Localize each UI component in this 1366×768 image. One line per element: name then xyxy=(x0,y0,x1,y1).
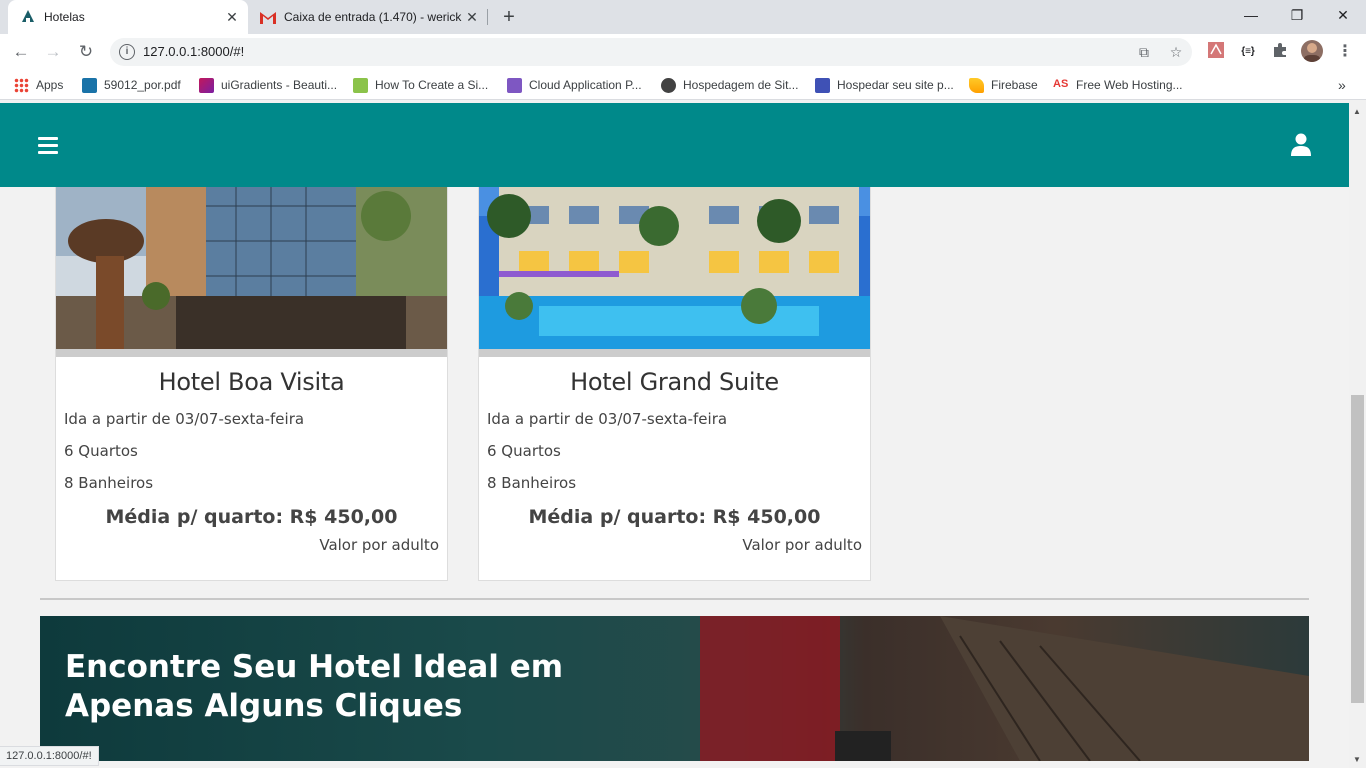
pdf-extension-icon[interactable] xyxy=(1206,42,1226,62)
hotel-departure: Ida a partir de 03/07-sexta-feira xyxy=(487,410,728,428)
hotel-price: Média p/ quarto: R$ 450,00 xyxy=(528,506,821,528)
back-icon[interactable]: ← xyxy=(8,39,34,65)
tab-gmail[interactable]: Caixa de entrada (1.470) - werick ✕ xyxy=(250,0,488,34)
browser-menu-icon[interactable]: ⋮ xyxy=(1335,42,1355,62)
hotel-rooms: 6 Quartos xyxy=(64,442,138,460)
extensions-puzzle-icon[interactable] xyxy=(1270,42,1290,62)
tab-title: Caixa de entrada (1.470) - werick xyxy=(284,10,462,24)
bookmarks-overflow-button[interactable]: » xyxy=(1338,76,1346,94)
address-bar[interactable]: i 127.0.0.1:8000/#! ⧉ ☆ xyxy=(110,38,1192,66)
bookmark-uigradients[interactable]: uiGradients - Beauti... xyxy=(199,76,337,94)
hotel-bathrooms: 8 Banheiros xyxy=(64,474,154,492)
minimize-button[interactable]: — xyxy=(1228,0,1274,30)
bookmark-label: uiGradients - Beauti... xyxy=(221,78,338,92)
hotel-price-note: Valor por adulto xyxy=(742,536,862,554)
hamburger-menu-icon[interactable] xyxy=(38,137,58,154)
profile-avatar[interactable] xyxy=(1301,40,1323,62)
hotel-favicon-icon xyxy=(20,9,36,25)
tab-close-icon[interactable]: ✕ xyxy=(462,9,482,26)
browser-tab-bar: Hotelas ✕ Caixa de entrada (1.470) - wer… xyxy=(0,0,1366,34)
bookmark-label: 59012_por.pdf xyxy=(104,78,181,92)
hotel-name: Hotel Boa Visita xyxy=(158,368,345,396)
hosting-icon xyxy=(815,77,830,93)
awardspace-icon: AS xyxy=(1053,77,1069,90)
apps-grid-icon xyxy=(14,77,29,93)
json-extension-icon[interactable]: {≡} xyxy=(1238,42,1258,62)
restore-button[interactable]: ❐ xyxy=(1274,0,1320,30)
globe-icon xyxy=(661,77,676,93)
bookmark-label: How To Create a Si... xyxy=(375,78,489,92)
new-tab-button[interactable]: + xyxy=(497,5,521,29)
hero-banner: Encontre Seu Hotel Ideal em Apenas Algun… xyxy=(40,616,1309,761)
bookmark-star-icon[interactable]: ☆ xyxy=(1166,42,1186,62)
uigradients-icon xyxy=(199,77,214,93)
close-window-button[interactable]: ✕ xyxy=(1320,0,1366,30)
page-scrollbar[interactable]: ▲ ▼ xyxy=(1349,103,1366,768)
hotel-price: Média p/ quarto: R$ 450,00 xyxy=(105,506,398,528)
scrollbar-thumb[interactable] xyxy=(1351,395,1364,703)
hotel-photo xyxy=(479,187,870,357)
hotel-photo xyxy=(56,187,447,357)
gmail-icon xyxy=(260,9,276,25)
bookmark-apps[interactable]: Apps xyxy=(14,76,63,94)
status-bar-url: 127.0.0.1:8000/#! xyxy=(0,746,99,766)
bookmark-hospedar[interactable]: Hospedar seu site p... xyxy=(815,76,954,94)
tab-title: Hotelas xyxy=(44,10,85,24)
scroll-up-arrow-icon[interactable]: ▲ xyxy=(1353,107,1361,116)
scroll-down-arrow-icon[interactable]: ▼ xyxy=(1353,755,1361,764)
bookmark-firebase[interactable]: Firebase xyxy=(969,76,1038,94)
bookmark-label: Apps xyxy=(36,78,64,92)
tab-separator xyxy=(487,9,488,25)
banner-headline-line2: Apenas Alguns Cliques xyxy=(65,688,463,724)
bookmark-label: Cloud Application P... xyxy=(529,78,642,92)
translate-icon[interactable]: ⧉ xyxy=(1134,42,1154,62)
bookmark-label: Free Web Hosting... xyxy=(1076,78,1183,92)
pdf-file-icon xyxy=(82,77,97,93)
site-logo-icon xyxy=(353,77,368,93)
banner-headline: Encontre Seu Hotel Ideal em Apenas Algun… xyxy=(65,648,563,726)
firebase-icon xyxy=(969,77,984,93)
tab-close-icon[interactable]: ✕ xyxy=(222,9,242,26)
hotel-card[interactable]: Hotel Grand Suite Ida a partir de 03/07-… xyxy=(478,187,871,581)
hotel-departure: Ida a partir de 03/07-sexta-feira xyxy=(64,410,305,428)
hotel-name: Hotel Grand Suite xyxy=(570,368,779,396)
site-info-icon[interactable]: i xyxy=(119,44,135,60)
bookmark-hospedagem[interactable]: Hospedagem de Sit... xyxy=(661,76,798,94)
forward-icon[interactable]: → xyxy=(40,39,66,65)
bookmark-cloud-application[interactable]: Cloud Application P... xyxy=(507,76,642,94)
bookmark-label: Hospedar seu site p... xyxy=(837,78,954,92)
banner-headline-line1: Encontre Seu Hotel Ideal em xyxy=(65,649,564,685)
page-content: Hotel Boa Visita Ida a partir de 03/07-s… xyxy=(0,187,1349,768)
heroku-icon xyxy=(507,77,522,93)
bookmark-label: Hospedagem de Sit... xyxy=(683,78,799,92)
bookmark-how-to-create[interactable]: How To Create a Si... xyxy=(353,76,488,94)
hotel-price-note: Valor por adulto xyxy=(319,536,439,554)
bookmark-pdf[interactable]: 59012_por.pdf xyxy=(82,76,181,94)
site-header xyxy=(0,103,1349,187)
bookmark-free-web-hosting[interactable]: AS Free Web Hosting... xyxy=(1053,76,1183,94)
tab-hotelas[interactable]: Hotelas ✕ xyxy=(8,0,248,34)
bookmark-label: Firebase xyxy=(991,78,1038,92)
hotel-rooms: 6 Quartos xyxy=(487,442,561,460)
hotel-bathrooms: 8 Banheiros xyxy=(487,474,577,492)
hotel-card[interactable]: Hotel Boa Visita Ida a partir de 03/07-s… xyxy=(55,187,448,581)
user-account-icon[interactable] xyxy=(1290,133,1312,157)
url-text[interactable]: 127.0.0.1:8000/#! xyxy=(143,44,244,59)
section-divider xyxy=(40,598,1309,600)
browser-toolbar: ← → ↻ i 127.0.0.1:8000/#! ⧉ ☆ {≡} ⋮ xyxy=(0,34,1366,70)
bookmarks-bar: Apps 59012_por.pdf uiGradients - Beauti.… xyxy=(0,70,1366,100)
reload-icon[interactable]: ↻ xyxy=(73,39,99,65)
